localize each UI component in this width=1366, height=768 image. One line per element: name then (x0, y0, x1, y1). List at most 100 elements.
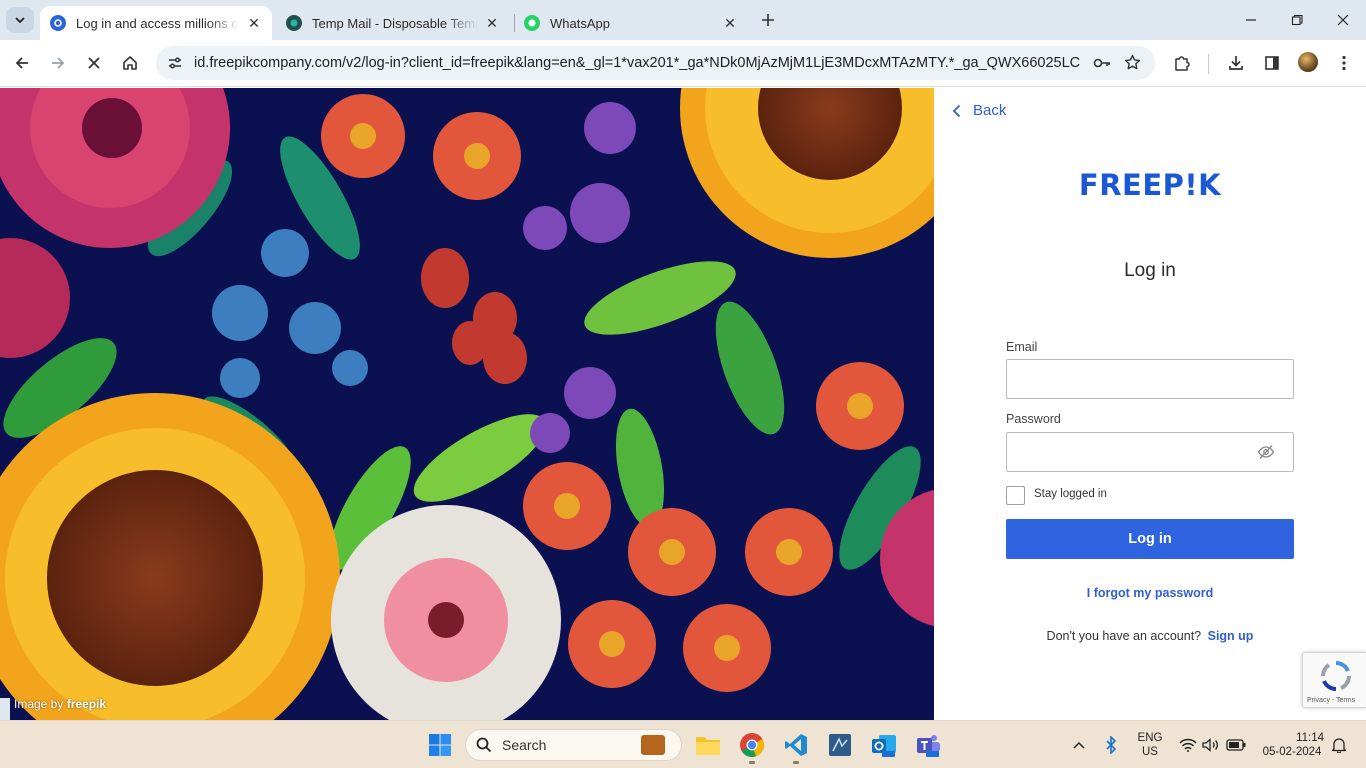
chevron-left-icon (952, 104, 961, 117)
wifi-tray-icon[interactable] (1176, 729, 1200, 761)
chrome-app[interactable] (736, 729, 768, 764)
close-tab-icon[interactable]: ✕ (246, 15, 262, 31)
whatsapp-favicon (524, 15, 540, 31)
back-nav-button[interactable] (7, 48, 37, 78)
teams-app[interactable] (912, 729, 944, 761)
home-icon (123, 56, 137, 70)
region-code: US (1142, 746, 1158, 758)
browser-toolbar: id.freepikcompany.com/v2/log-in?client_i… (0, 40, 1366, 87)
tab-title: WhatsApp (550, 15, 610, 31)
downloads-button[interactable] (1221, 48, 1251, 78)
minimize-icon (1246, 19, 1256, 21)
chevron-down-icon (15, 17, 25, 24)
teams-icon (917, 735, 940, 757)
vscode-app[interactable] (780, 729, 812, 764)
recaptcha-icon (1320, 661, 1351, 691)
file-explorer-app[interactable] (692, 729, 724, 761)
close-tab-icon[interactable]: ✕ (484, 15, 500, 31)
tab-title: Temp Mail - Disposable Temporary Email (312, 15, 478, 31)
side-panel-button[interactable] (1257, 48, 1287, 78)
stay-logged-in-label[interactable]: Stay logged in (1034, 488, 1107, 500)
close-window-button[interactable] (1320, 0, 1366, 40)
image-credit: Image by freepik (14, 697, 106, 711)
battery-tray-icon[interactable] (1224, 729, 1248, 761)
side-panel-icon (1265, 56, 1279, 70)
new-tab-button[interactable] (756, 8, 780, 32)
tab-search-button[interactable] (6, 7, 34, 33)
notifications-button[interactable] (1328, 729, 1350, 761)
page-title: Log in (1124, 260, 1176, 281)
close-tab-icon[interactable]: ✕ (722, 15, 738, 31)
plus-icon (762, 14, 774, 26)
site-info-icon[interactable] (160, 48, 190, 78)
bluetooth-icon (1106, 736, 1117, 754)
tab-strip: Log in and access millions of graphic re… (0, 0, 1366, 40)
close-icon (1337, 14, 1349, 26)
language-indicator[interactable]: ENG US (1134, 731, 1166, 759)
freepik-favicon (50, 15, 66, 31)
tab-title: Log in and access millions of graphic re… (76, 15, 240, 31)
more-vertical-icon (1342, 55, 1346, 71)
forgot-password-link[interactable]: I forgot my password (934, 586, 1366, 600)
taskbar-search[interactable]: Search (465, 729, 682, 761)
profile-avatar[interactable] (1298, 52, 1318, 72)
password-label: Password (1006, 412, 1061, 426)
toolbar-divider (1208, 54, 1209, 74)
credit-brand[interactable]: freepik (67, 697, 106, 711)
login-button[interactable]: Log in (1006, 519, 1294, 559)
search-icon (476, 737, 492, 753)
floral-illustration (0, 88, 934, 720)
chrome-icon (740, 733, 764, 757)
arrow-right-icon (52, 57, 65, 69)
recaptcha-badge[interactable]: Privacy - Terms (1302, 652, 1366, 708)
python-editor-icon (829, 734, 851, 756)
url-text: id.freepikcompany.com/v2/log-in?client_i… (194, 55, 1080, 71)
back-label: Back (973, 102, 1007, 119)
home-button[interactable] (115, 48, 145, 78)
signup-prompt: Don't you have an account? (1046, 629, 1202, 643)
email-field[interactable] (1006, 359, 1294, 399)
download-icon (1229, 56, 1243, 70)
login-panel: Back FREEP!K Log in Email Password Stay … (934, 88, 1366, 720)
tab-freepik-login[interactable]: Log in and access millions of graphic re… (40, 6, 272, 40)
star-icon[interactable] (1124, 54, 1141, 76)
key-icon[interactable] (1093, 55, 1111, 76)
bluetooth-tray-icon[interactable] (1098, 729, 1124, 761)
search-placeholder: Search (502, 737, 547, 753)
minimize-button[interactable] (1228, 0, 1274, 40)
show-hidden-icons-button[interactable] (1066, 729, 1092, 761)
credit-scroll-marker (0, 698, 10, 720)
address-bar[interactable]: id.freepikcompany.com/v2/log-in?client_i… (156, 46, 1155, 80)
restore-button[interactable] (1274, 0, 1320, 40)
bell-icon (1332, 738, 1346, 753)
stay-logged-in-checkbox[interactable] (1006, 486, 1025, 505)
browser-menu-button[interactable] (1329, 48, 1359, 78)
recaptcha-terms[interactable]: Privacy - Terms (1307, 697, 1355, 704)
signup-row: Don't you have an account? Sign up (934, 629, 1366, 643)
signup-link[interactable]: Sign up (1208, 629, 1254, 643)
start-button[interactable] (424, 729, 456, 761)
battery-charging-icon (1226, 739, 1246, 751)
folder-icon (696, 737, 720, 755)
tempmail-favicon (286, 15, 302, 31)
arrow-left-icon (15, 57, 28, 69)
credit-prefix: Image by (14, 697, 64, 711)
clock-date: 05-02-2024 (1262, 746, 1322, 758)
freepik-logo: FREEP!K (1078, 168, 1222, 202)
python-idle-app[interactable] (824, 729, 856, 761)
clock[interactable]: 11:14 05-02-2024 (1254, 731, 1330, 759)
eye-off-icon[interactable] (1257, 444, 1275, 465)
tab-temp-mail[interactable]: Temp Mail - Disposable Temporary Email ✕ (276, 6, 510, 40)
tab-whatsapp[interactable]: WhatsApp ✕ (514, 6, 748, 40)
outlook-app[interactable] (868, 729, 900, 761)
floral-artwork-image (0, 88, 934, 720)
password-field[interactable] (1006, 432, 1294, 472)
back-link[interactable]: Back (952, 102, 1006, 119)
restore-icon (1291, 14, 1303, 26)
volume-tray-icon[interactable] (1200, 729, 1222, 761)
forward-nav-button[interactable] (43, 48, 73, 78)
puzzle-icon (1175, 56, 1190, 71)
extensions-button[interactable] (1167, 48, 1197, 78)
email-label: Email (1006, 340, 1038, 354)
stop-loading-button[interactable] (79, 48, 109, 78)
